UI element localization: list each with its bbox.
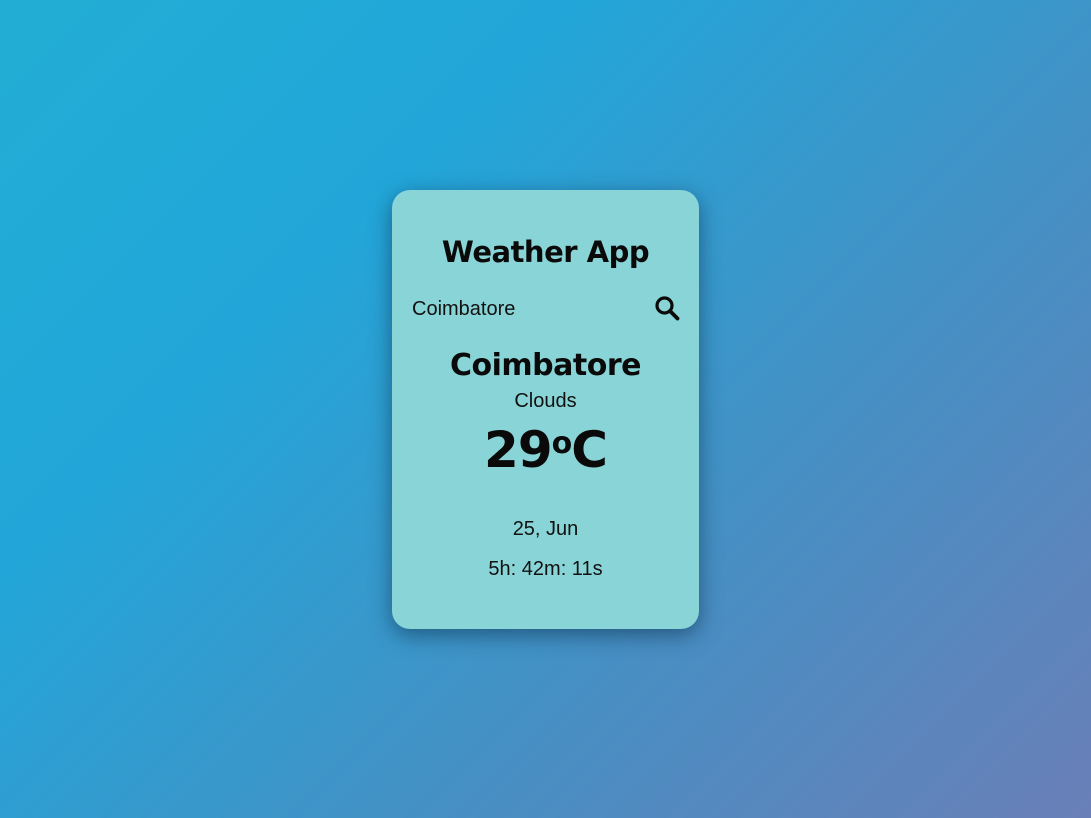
time-display: 5h: 42m: 11s xyxy=(488,558,603,580)
temperature-display: 29oC xyxy=(392,419,699,489)
search-button[interactable] xyxy=(653,295,681,323)
weather-condition: Clouds xyxy=(514,390,577,412)
date-display: 25, Jun xyxy=(512,518,579,540)
search-bar xyxy=(412,294,681,324)
temperature-value: 29 xyxy=(484,421,553,479)
search-input[interactable] xyxy=(412,294,632,324)
degree-symbol: o xyxy=(551,426,573,461)
app-title: Weather App xyxy=(441,235,650,269)
city-name: Coimbatore xyxy=(450,348,641,383)
weather-card: Weather App Coimbatore Clouds 29oC 25, J… xyxy=(392,190,699,629)
search-icon xyxy=(655,296,680,321)
temperature-unit: C xyxy=(571,421,608,479)
